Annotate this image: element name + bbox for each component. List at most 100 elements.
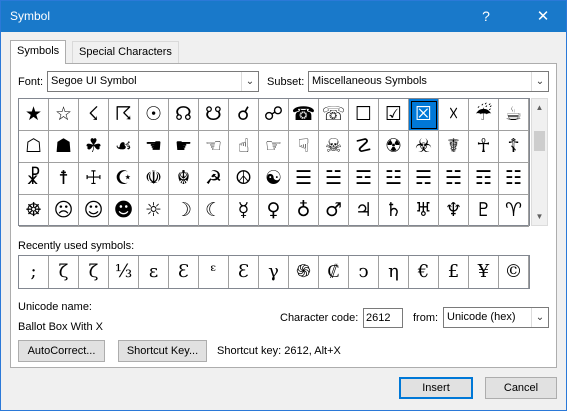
- symbol-cell[interactable]: ♇: [469, 195, 499, 227]
- recent-symbol-cell[interactable]: ᵋ: [199, 256, 229, 288]
- symbol-cell[interactable]: ♆: [439, 195, 469, 227]
- symbol-cell[interactable]: ☑: [379, 99, 409, 131]
- cancel-button[interactable]: Cancel: [485, 377, 557, 399]
- symbol-cell[interactable]: ♂: [319, 195, 349, 227]
- symbol-cell[interactable]: ☝: [229, 131, 259, 163]
- symbol-cell[interactable]: ☦: [499, 131, 529, 163]
- recent-symbol-cell[interactable]: Ɛ: [169, 256, 199, 288]
- symbol-cell[interactable]: ☛: [169, 131, 199, 163]
- symbol-cell[interactable]: ☆: [49, 99, 79, 131]
- symbol-cell[interactable]: ☍: [259, 99, 289, 131]
- symbol-cell[interactable]: ☨: [49, 163, 79, 195]
- symbol-cell[interactable]: ☜: [199, 131, 229, 163]
- character-code-input[interactable]: 2612: [363, 308, 403, 328]
- symbol-cell[interactable]: ☺: [79, 195, 109, 227]
- symbol-cell[interactable]: ★: [19, 99, 49, 131]
- symbol-cell[interactable]: ♄: [379, 195, 409, 227]
- symbol-cell[interactable]: ♈: [499, 195, 529, 227]
- scroll-down-icon[interactable]: ▼: [532, 208, 547, 225]
- symbol-cell[interactable]: ☧: [19, 163, 49, 195]
- symbol-cell[interactable]: ☲: [349, 163, 379, 195]
- symbol-cell[interactable]: ☋: [199, 99, 229, 131]
- from-dropdown[interactable]: Unicode (hex) ⌄: [443, 307, 549, 328]
- symbol-cell[interactable]: ☰: [289, 163, 319, 195]
- insert-button[interactable]: Insert: [399, 377, 473, 399]
- tab-special-characters[interactable]: Special Characters: [72, 41, 179, 63]
- recent-symbol-cell[interactable]: £: [439, 256, 469, 288]
- symbol-cell[interactable]: ☐: [349, 99, 379, 131]
- symbol-cell[interactable]: ☊: [169, 99, 199, 131]
- scroll-thumb[interactable]: [534, 131, 545, 151]
- symbol-cell[interactable]: ☓: [439, 99, 469, 131]
- symbol-cell[interactable]: ☵: [439, 163, 469, 195]
- help-button[interactable]: ?: [463, 1, 509, 32]
- recent-symbol-cell[interactable]: ¥: [469, 256, 499, 288]
- symbol-cell[interactable]: ☡: [349, 131, 379, 163]
- symbol-cell[interactable]: ☣: [409, 131, 439, 163]
- symbol-cell[interactable]: ☠: [319, 131, 349, 163]
- symbol-cell[interactable]: ☾: [199, 195, 229, 227]
- symbol-cell[interactable]: ♃: [349, 195, 379, 227]
- symbol-cell[interactable]: ☏: [319, 99, 349, 131]
- scroll-up-icon[interactable]: ▲: [532, 99, 547, 116]
- symbol-grid[interactable]: ★ ☆ ☇ ☈ ☉ ☊ ☋ ☌ ☍ ☎ ☏ ☐ ☑ ☒ ☓ ☔ ☕ ☖ ☗ ☘ ☙ ☚ ☛ ☜ ☝ ☞ ☟ ☠ ☡ ☢ ☣ ☤ ☥ ☦ ☧ ☨ ☩ ☪ ☫ ☬…: [18, 98, 530, 227]
- symbol-cell[interactable]: ☳: [379, 163, 409, 195]
- symbol-cell[interactable]: ☩: [79, 163, 109, 195]
- symbol-cell[interactable]: ☪: [109, 163, 139, 195]
- symbol-cell[interactable]: ☘: [79, 131, 109, 163]
- symbol-cell[interactable]: ☤: [439, 131, 469, 163]
- symbol-cell[interactable]: ☖: [19, 131, 49, 163]
- symbol-cell[interactable]: ☉: [139, 99, 169, 131]
- autocorrect-button[interactable]: AutoCorrect...: [18, 340, 105, 362]
- symbol-cell[interactable]: ☿: [229, 195, 259, 227]
- recent-symbol-cell[interactable]: ε: [139, 256, 169, 288]
- symbol-cell[interactable]: ☇: [79, 99, 109, 131]
- symbol-cell[interactable]: ☹: [49, 195, 79, 227]
- recent-symbol-cell[interactable]: γ: [259, 256, 289, 288]
- symbol-cell[interactable]: ☈: [109, 99, 139, 131]
- recent-symbol-cell[interactable]: Ɛ: [229, 256, 259, 288]
- symbol-cell[interactable]: ☬: [169, 163, 199, 195]
- recent-symbol-cell[interactable]: ;: [19, 256, 49, 288]
- symbol-cell[interactable]: ☔: [469, 99, 499, 131]
- symbol-cell[interactable]: ☕: [499, 99, 529, 131]
- symbol-cell[interactable]: ☚: [139, 131, 169, 163]
- recent-symbol-cell[interactable]: ֍: [289, 256, 319, 288]
- symbol-cell[interactable]: ☶: [469, 163, 499, 195]
- symbol-cell[interactable]: ☯: [259, 163, 289, 195]
- symbol-cell[interactable]: ♅: [409, 195, 439, 227]
- subset-dropdown[interactable]: Miscellaneous Symbols ⌄: [308, 71, 549, 92]
- symbol-cell[interactable]: ☟: [289, 131, 319, 163]
- recent-symbol-cell[interactable]: ↄ: [349, 256, 379, 288]
- recent-symbol-cell[interactable]: ⅓: [109, 256, 139, 288]
- symbol-cell[interactable]: ☎: [289, 99, 319, 131]
- symbol-cell[interactable]: ☻: [109, 195, 139, 227]
- symbol-cell[interactable]: ☒: [409, 99, 439, 131]
- recent-symbol-cell[interactable]: η: [379, 256, 409, 288]
- symbol-grid-scrollbar[interactable]: ▲ ▼: [531, 98, 548, 226]
- tab-symbols[interactable]: Symbols: [10, 40, 67, 64]
- symbol-cell[interactable]: ☽: [169, 195, 199, 227]
- symbol-cell[interactable]: ☱: [319, 163, 349, 195]
- font-dropdown[interactable]: Segoe UI Symbol ⌄: [47, 71, 259, 92]
- recent-symbol-cell[interactable]: ₡: [319, 256, 349, 288]
- recent-symbol-cell[interactable]: ©: [499, 256, 529, 288]
- symbol-cell[interactable]: ☮: [229, 163, 259, 195]
- symbol-cell[interactable]: ☴: [409, 163, 439, 195]
- symbol-cell[interactable]: ☸: [19, 195, 49, 227]
- symbol-cell[interactable]: ☗: [49, 131, 79, 163]
- symbol-cell[interactable]: ☭: [199, 163, 229, 195]
- symbol-cell[interactable]: ☫: [139, 163, 169, 195]
- symbol-cell[interactable]: ☷: [499, 163, 529, 195]
- recent-symbol-cell[interactable]: €: [409, 256, 439, 288]
- symbol-cell[interactable]: ☢: [379, 131, 409, 163]
- symbol-cell[interactable]: ☼: [139, 195, 169, 227]
- symbol-cell[interactable]: ☞: [259, 131, 289, 163]
- symbol-cell[interactable]: ☌: [229, 99, 259, 131]
- symbol-cell[interactable]: ♀: [259, 195, 289, 227]
- symbol-cell[interactable]: ☥: [469, 131, 499, 163]
- symbol-cell[interactable]: ☙: [109, 131, 139, 163]
- symbol-cell[interactable]: ♁: [289, 195, 319, 227]
- shortcut-key-button[interactable]: Shortcut Key...: [118, 340, 207, 362]
- recent-symbol-cell[interactable]: ζ: [79, 256, 109, 288]
